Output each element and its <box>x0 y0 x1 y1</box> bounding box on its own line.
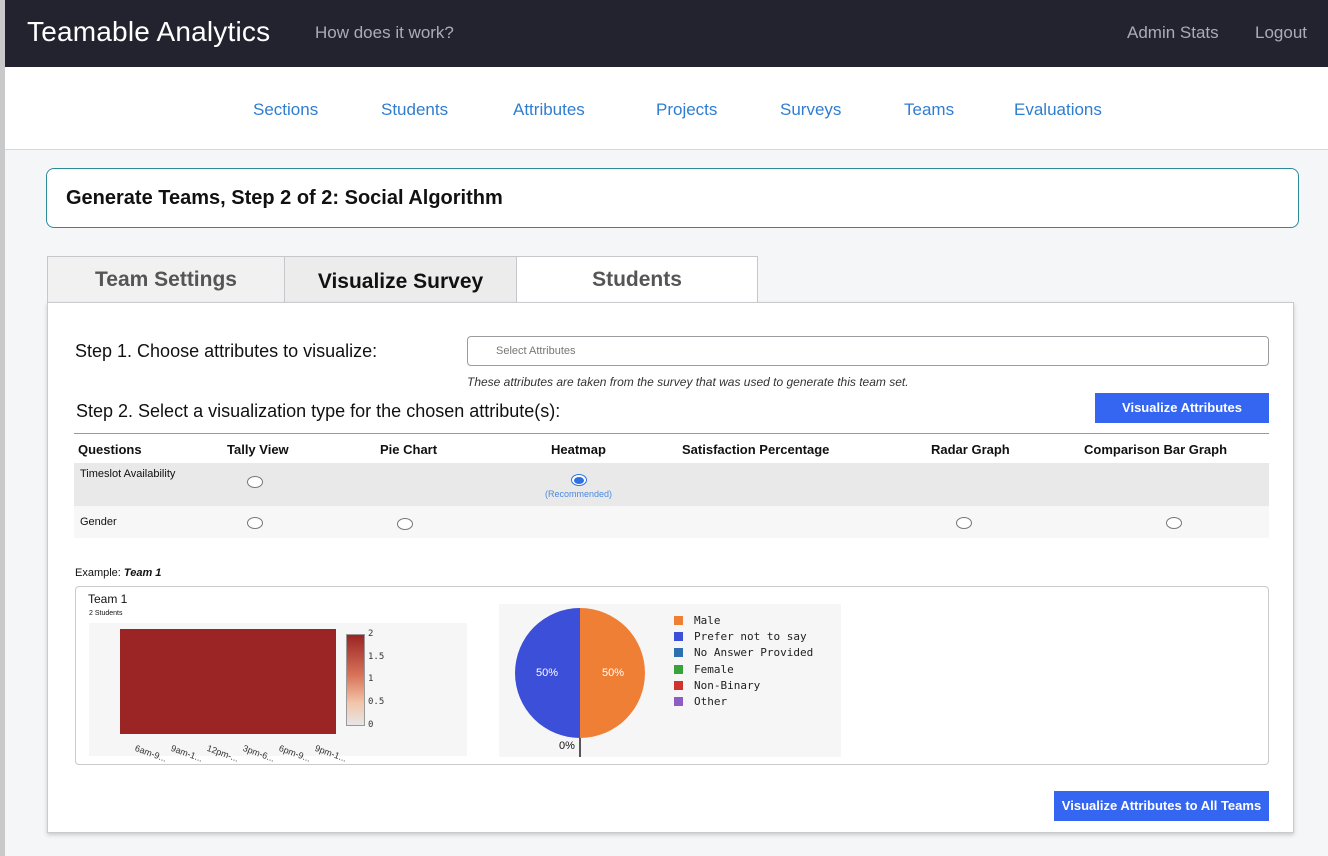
tab-team-settings[interactable]: Team Settings <box>47 256 285 303</box>
col-radar-graph: Radar Graph <box>931 442 1010 457</box>
heatmap-x-tick: 6am-9... <box>133 743 169 764</box>
legend-swatch <box>674 697 683 706</box>
pie-zero-label: 0% <box>559 740 575 752</box>
legend-swatch <box>674 681 683 690</box>
col-heatmap: Heatmap <box>551 442 606 457</box>
nav-surveys[interactable]: Surveys <box>780 100 841 120</box>
nav-sections[interactable]: Sections <box>253 100 318 120</box>
team-card-subtitle: 2 Students <box>89 610 123 617</box>
radio-timeslot-heatmap[interactable] <box>571 474 587 486</box>
colorbar-tick: 0.5 <box>368 697 385 707</box>
tab-visualize-survey[interactable]: Visualize Survey <box>284 256 517 303</box>
colorbar-tick: 0 <box>368 720 374 730</box>
colorbar-tick: 1 <box>368 674 374 684</box>
legend-swatch <box>674 632 683 641</box>
visualize-panel: Step 1. Choose attributes to visualize: … <box>47 302 1294 833</box>
legend-label: Other <box>694 695 728 708</box>
select-attributes-input[interactable]: Select Attributes <box>467 336 1269 366</box>
section-nav: Sections Students Attributes Projects Su… <box>5 67 1328 150</box>
radio-gender-tally[interactable] <box>247 517 263 529</box>
heatmap-x-tick: 12pm-... <box>205 743 241 764</box>
table-divider <box>74 433 1269 434</box>
nav-students[interactable]: Students <box>381 100 448 120</box>
example-prefix: Example: <box>75 567 124 579</box>
radio-gender-comparison[interactable] <box>1166 517 1182 529</box>
top-navbar: Teamable Analytics How does it work? Adm… <box>5 0 1328 67</box>
pie-chart: 50% 50% 0% Male Prefer not to say No Ans… <box>499 604 841 757</box>
example-label: Example: Team 1 <box>75 567 161 579</box>
nav-attributes[interactable]: Attributes <box>513 100 585 120</box>
how-it-works-link[interactable]: How does it work? <box>315 23 454 43</box>
legend-swatch <box>674 665 683 674</box>
legend-item[interactable]: Non-Binary <box>674 679 760 692</box>
legend-item[interactable]: Prefer not to say <box>674 630 807 643</box>
heatmap-x-tick: 3pm-6... <box>241 743 277 764</box>
colorbar-tick: 2 <box>368 629 374 639</box>
legend-label: No Answer Provided <box>694 646 814 659</box>
question-label: Timeslot Availability <box>80 468 176 480</box>
heatmap-cell <box>120 629 336 734</box>
heatmap-chart: 2 1.5 1 0.5 0 6am-9... 9am-1... 12pm-...… <box>89 623 467 764</box>
team-card-title: Team 1 <box>88 592 128 606</box>
table-row: Gender <box>74 506 1269 538</box>
pie-label-male: 50% <box>602 667 625 679</box>
step2-label: Step 2. Select a visualization type for … <box>76 401 561 421</box>
pie-label-prefer-not-to-say: 50% <box>536 667 559 679</box>
pie-svg <box>515 608 645 757</box>
team-preview-card: Team 1 2 Students 2 1.5 1 0.5 0 6am-9...… <box>75 586 1269 765</box>
recommended-label: (Recommended) <box>545 489 613 499</box>
visualize-attributes-button[interactable]: Visualize Attributes <box>1095 393 1269 423</box>
radio-gender-pie[interactable] <box>397 518 413 530</box>
page-title: Generate Teams, Step 2 of 2: Social Algo… <box>66 187 503 209</box>
legend-label: Non-Binary <box>694 679 761 692</box>
legend-item[interactable]: No Answer Provided <box>674 646 813 659</box>
heatmap-colorbar <box>346 634 365 726</box>
page-header-card: Generate Teams, Step 2 of 2: Social Algo… <box>46 168 1299 228</box>
legend-label: Female <box>694 663 734 676</box>
legend-item[interactable]: Other <box>674 695 727 708</box>
tab-students[interactable]: Students <box>516 256 758 303</box>
nav-teams[interactable]: Teams <box>904 100 954 120</box>
legend-swatch <box>674 616 683 625</box>
legend-item[interactable]: Male <box>674 614 721 627</box>
colorbar-tick: 1.5 <box>368 652 385 662</box>
radio-timeslot-tally[interactable] <box>247 476 263 488</box>
legend-swatch <box>674 648 683 657</box>
col-pie-chart: Pie Chart <box>380 442 438 457</box>
question-label: Gender <box>80 516 117 528</box>
heatmap-x-tick: 6pm-9... <box>277 743 313 764</box>
col-tally-view: Tally View <box>227 442 289 457</box>
col-comparison-bar-graph: Comparison Bar Graph <box>1084 442 1228 457</box>
legend-label: Prefer not to say <box>694 630 807 643</box>
col-questions: Questions <box>78 442 142 457</box>
heatmap-x-tick: 9pm-1... <box>313 743 349 764</box>
brand-logo[interactable]: Teamable Analytics <box>27 16 270 48</box>
heatmap-x-tick: 9am-1... <box>169 743 205 764</box>
legend-item[interactable]: Female <box>674 663 734 676</box>
attributes-hint: These attributes are taken from the surv… <box>467 375 909 389</box>
logout-link[interactable]: Logout <box>1255 23 1307 43</box>
admin-stats-link[interactable]: Admin Stats <box>1127 23 1219 43</box>
visualize-all-teams-button[interactable]: Visualize Attributes to All Teams <box>1054 791 1269 821</box>
nav-evaluations[interactable]: Evaluations <box>1014 100 1102 120</box>
table-row: Timeslot Availability (Recommended) <box>74 463 1269 506</box>
example-team-name: Team 1 <box>123 567 162 579</box>
radio-gender-radar[interactable] <box>956 517 972 529</box>
step1-label: Step 1. Choose attributes to visualize: <box>75 341 378 361</box>
legend-label: Male <box>694 614 721 627</box>
col-satisfaction-percentage: Satisfaction Percentage <box>682 442 830 457</box>
nav-projects[interactable]: Projects <box>656 100 717 120</box>
